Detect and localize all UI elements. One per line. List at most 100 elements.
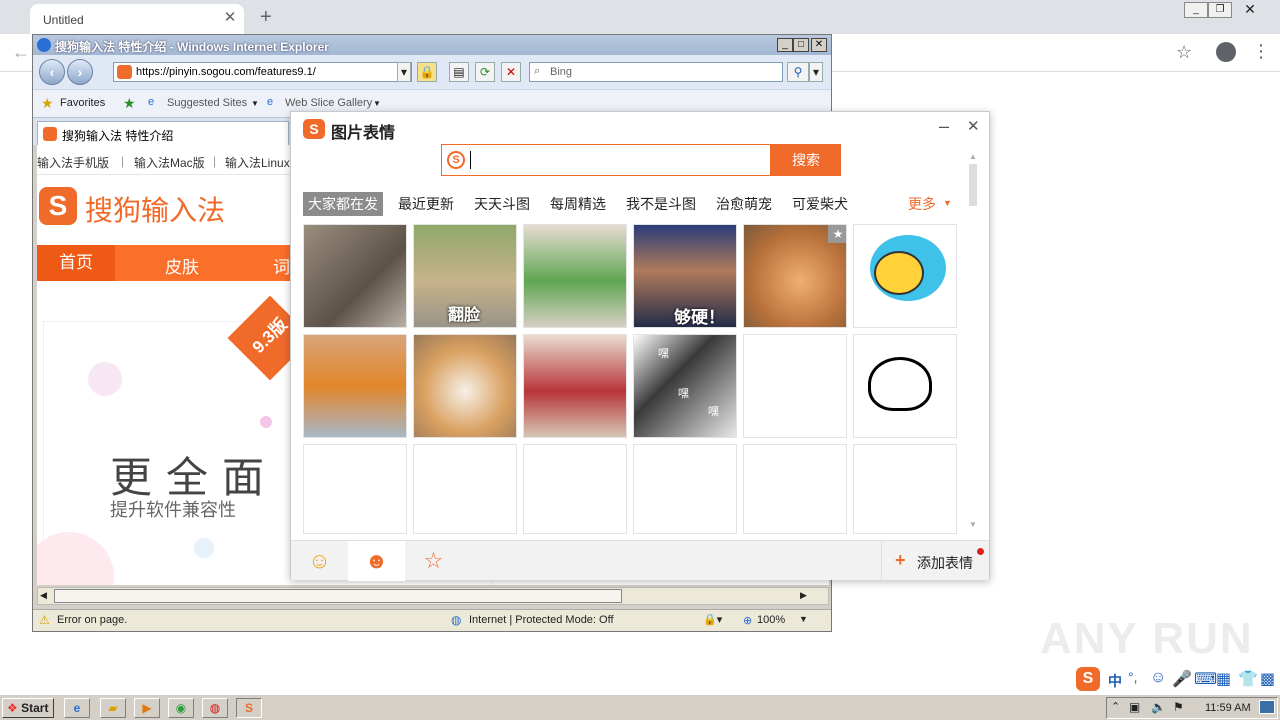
favorites-star-icon[interactable]: ★: [41, 95, 54, 112]
chevron-down-icon[interactable]: ▼: [799, 614, 808, 624]
star-icon[interactable]: ☆: [1176, 42, 1192, 63]
explorer-taskbar-icon[interactable]: ▰: [100, 698, 126, 718]
add-sticker-button[interactable]: 添加表情: [917, 553, 973, 573]
nav-home[interactable]: 首页: [37, 245, 115, 281]
sogou-taskbar-icon[interactable]: S: [236, 698, 262, 718]
plus-icon[interactable]: +: [895, 550, 906, 571]
scroll-down-icon[interactable]: ▼: [969, 520, 977, 529]
chevron-up-icon[interactable]: ⌃: [1111, 700, 1120, 713]
new-tab-icon[interactable]: +: [260, 6, 272, 29]
emoji-search-input[interactable]: S: [441, 144, 771, 176]
chevron-down-icon[interactable]: ▼: [251, 99, 259, 108]
sticker-empty[interactable]: [303, 444, 407, 534]
sticker-cat[interactable]: ★: [743, 224, 847, 328]
chevron-down-icon[interactable]: ▼: [373, 99, 381, 108]
network-icon[interactable]: ▣: [1129, 700, 1140, 714]
ime-language[interactable]: 中: [1108, 671, 1122, 691]
keyboard-icon[interactable]: ⌨: [1194, 669, 1217, 689]
favorites-tab-icon[interactable]: ☆: [405, 541, 462, 581]
maximize-icon[interactable]: □: [793, 38, 809, 52]
category-tab-pets[interactable]: 治愈萌宠: [711, 192, 777, 216]
stop-icon[interactable]: ✕: [501, 62, 521, 82]
profile-icon[interactable]: [1216, 42, 1236, 62]
compat-view-icon[interactable]: ▤: [449, 62, 469, 82]
volume-icon[interactable]: 🔈: [1151, 700, 1166, 714]
opera-taskbar-icon[interactable]: ◍: [202, 698, 228, 718]
sticker-blue-blob[interactable]: [853, 224, 957, 328]
sticker-baby-orange[interactable]: [303, 334, 407, 438]
clock[interactable]: 11:59 AM: [1205, 702, 1251, 714]
close-window-icon[interactable]: ✕: [1238, 2, 1262, 18]
chevron-down-icon[interactable]: ▼: [943, 198, 952, 208]
refresh-icon[interactable]: ⟳: [475, 62, 495, 82]
sticker-seal[interactable]: 翻脸: [413, 224, 517, 328]
skin-icon[interactable]: 👕: [1238, 669, 1258, 689]
search-go-icon[interactable]: ⚲: [787, 62, 809, 82]
zoom-level[interactable]: 100%: [757, 614, 785, 626]
scroll-thumb[interactable]: [54, 589, 622, 603]
show-desktop-icon[interactable]: [1259, 700, 1275, 714]
sticker-baby-red[interactable]: [523, 334, 627, 438]
flag-icon[interactable]: ⚑: [1173, 700, 1184, 714]
category-tab-weekly[interactable]: 每周精选: [545, 192, 611, 216]
top-link-mobile[interactable]: 输入法手机版: [37, 154, 109, 171]
lock-icon[interactable]: 🔒: [417, 62, 437, 82]
sticker-kid-dino[interactable]: [523, 224, 627, 328]
bing-search-box[interactable]: ⌕ Bing: [529, 62, 783, 82]
security-zone-text[interactable]: Internet | Protected Mode: Off: [469, 614, 614, 626]
menu-dots-icon[interactable]: ⋮: [1252, 41, 1270, 62]
add-favorite-icon[interactable]: ★: [123, 95, 136, 112]
sticker-tab-icon[interactable]: ☻: [348, 541, 405, 581]
sticker-empty[interactable]: [413, 444, 517, 534]
back-icon[interactable]: ‹: [39, 59, 65, 85]
emoji-icon[interactable]: ☺: [1150, 669, 1166, 687]
back-arrow-icon[interactable]: ←: [12, 42, 30, 63]
sticker-doodle-blob[interactable]: [853, 334, 957, 438]
punctuation-icon[interactable]: °,: [1128, 669, 1138, 685]
scroll-right-icon[interactable]: ▶: [800, 590, 807, 601]
scroll-left-icon[interactable]: ◀: [40, 590, 47, 601]
media-player-icon[interactable]: ▶: [134, 698, 160, 718]
forward-icon[interactable]: ›: [67, 59, 93, 85]
search-button[interactable]: 搜索: [771, 144, 841, 176]
favorites-button[interactable]: Favorites: [60, 97, 105, 109]
status-error-text[interactable]: Error on page.: [57, 614, 127, 626]
horizontal-scrollbar[interactable]: ◀ ▶: [37, 587, 829, 605]
chrome-taskbar-icon[interactable]: ◉: [168, 698, 194, 718]
restore-icon[interactable]: ❐: [1208, 2, 1232, 18]
sticker-husky[interactable]: 嘿 嘿 嘿: [633, 334, 737, 438]
minimize-icon[interactable]: _: [1184, 2, 1208, 18]
sogou-logo-icon[interactable]: S: [1076, 667, 1100, 691]
nav-skins[interactable]: 皮肤: [165, 253, 199, 278]
sticker-monkey[interactable]: [303, 224, 407, 328]
grid-icon[interactable]: ▦: [1216, 669, 1231, 689]
ie-taskbar-icon[interactable]: e: [64, 698, 90, 718]
star-icon[interactable]: ★: [828, 225, 846, 243]
suggested-sites-link[interactable]: Suggested Sites: [167, 97, 247, 109]
category-tab-recent[interactable]: 最近更新: [393, 192, 459, 216]
address-dropdown-icon[interactable]: ▾: [397, 62, 411, 82]
sticker-empty[interactable]: [523, 444, 627, 534]
sticker-empty[interactable]: [633, 444, 737, 534]
web-slice-gallery-link[interactable]: Web Slice Gallery: [285, 97, 372, 109]
minimize-icon[interactable]: –: [939, 116, 949, 137]
category-tab-shiba[interactable]: 可爱柴犬: [787, 192, 853, 216]
microphone-icon[interactable]: 🎤: [1172, 669, 1192, 689]
sticker-tough-guy[interactable]: 够硬！: [633, 224, 737, 328]
ie-tab[interactable]: 搜狗输入法 特性介绍: [37, 121, 289, 146]
search-options-icon[interactable]: ▾: [809, 62, 823, 82]
address-bar[interactable]: https://pinyin.sogou.com/features9.1/: [113, 62, 412, 82]
smiley-icon[interactable]: ☺: [291, 541, 348, 581]
site-logo-text[interactable]: 搜狗输入法: [85, 189, 225, 229]
sticker-empty[interactable]: [853, 444, 957, 534]
category-tab-daily[interactable]: 天天斗图: [469, 192, 535, 216]
popup-scrollbar[interactable]: ▲ ▼: [967, 152, 979, 534]
top-link-linux[interactable]: 输入法Linux: [225, 154, 290, 171]
top-link-mac[interactable]: 输入法Mac版: [134, 154, 205, 171]
minimize-icon[interactable]: _: [777, 38, 793, 52]
close-icon[interactable]: ✕: [811, 38, 827, 52]
category-tab-not-doutu[interactable]: 我不是斗图: [621, 192, 701, 216]
toolbox-icon[interactable]: ▩: [1260, 669, 1275, 689]
scroll-thumb[interactable]: [969, 164, 977, 206]
protected-mode-icon[interactable]: 🔒▾: [703, 613, 722, 626]
